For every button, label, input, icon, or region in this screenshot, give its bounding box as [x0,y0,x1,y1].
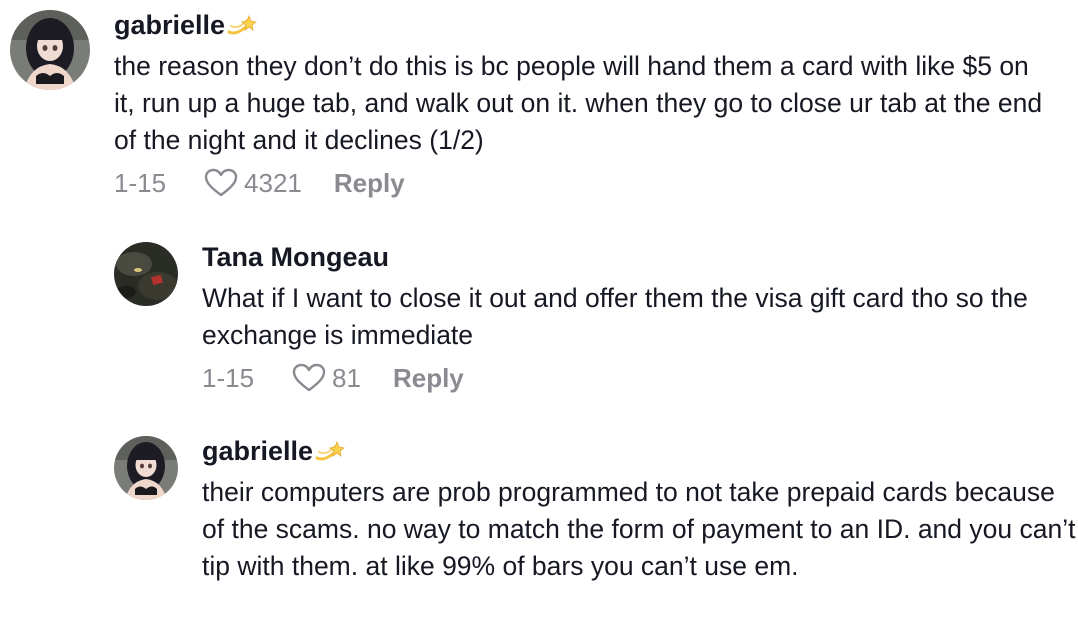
reply-comment-item: Tana Mongeau What if I want to close it … [114,242,1078,396]
heart-outline-icon [204,168,238,197]
comment-item: gabrielle the reason they don’t do this … [10,10,1044,201]
like-button[interactable]: 4321 [204,165,302,201]
avatar[interactable] [114,436,178,500]
comment-username[interactable]: gabrielle [114,10,1044,40]
comment-meta: 1-15 81 Reply [202,360,1078,396]
dizzy-star-emoji-icon [227,12,258,38]
comment-date: 1-15 [202,363,255,393]
comment-text: their computers are prob programmed to n… [202,477,1076,581]
reply-button[interactable]: Reply [393,360,464,396]
comment-text: the reason they don’t do this is bc peop… [114,51,1043,155]
username-text[interactable]: gabrielle [202,436,313,466]
username-text[interactable]: Tana Mongeau [202,242,389,272]
like-count: 4321 [244,168,302,198]
comment-meta: 1-15 4321 Reply [114,165,1044,201]
avatar-image [114,436,178,500]
avatar-image [114,242,178,306]
comment-text: What if I want to close it out and offer… [202,283,1028,350]
avatar[interactable] [114,242,178,306]
reply-comment-item: gabrielle their computers are prob progr… [114,436,1078,585]
reply-button[interactable]: Reply [334,165,405,201]
username-text[interactable]: gabrielle [114,10,225,40]
like-button[interactable]: 81 [292,360,361,396]
comment-date: 1-15 [114,168,167,198]
like-count: 81 [332,363,361,393]
dizzy-star-emoji-icon [315,438,346,464]
comment-username[interactable]: gabrielle [202,436,1078,466]
avatar[interactable] [10,10,90,90]
avatar-image [10,10,90,90]
heart-outline-icon [292,363,326,392]
comment-username[interactable]: Tana Mongeau [202,242,1078,272]
